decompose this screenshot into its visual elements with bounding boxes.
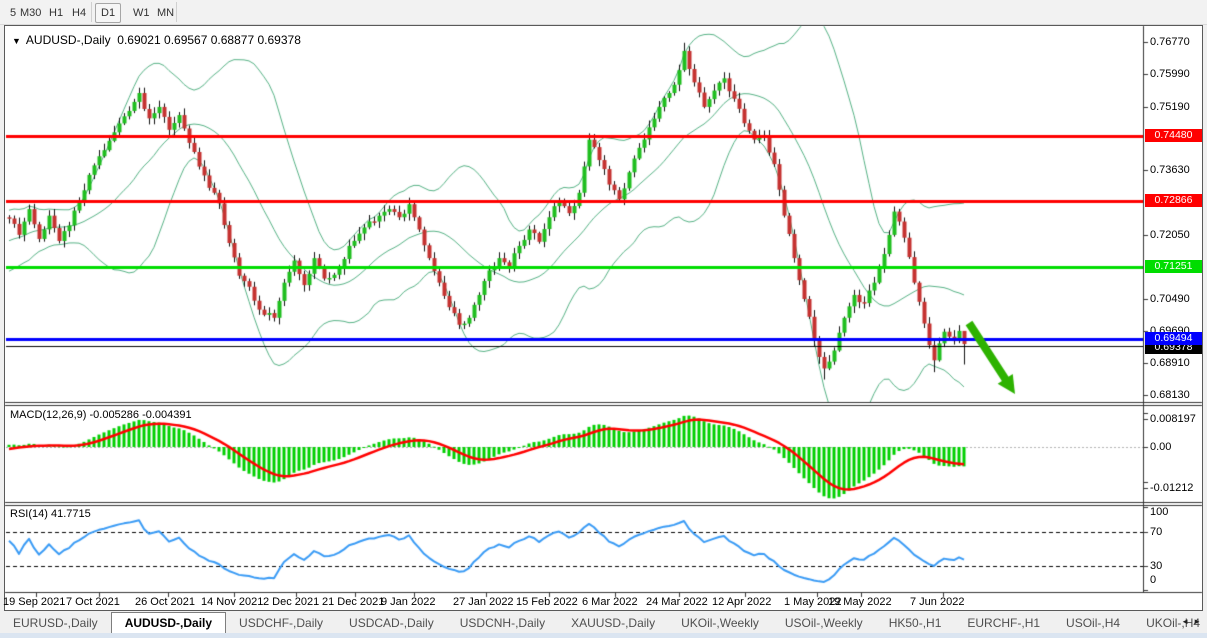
level-price-badge: 0.69494	[1145, 332, 1202, 345]
macd-axis-max: 0.008197	[1150, 413, 1196, 425]
date-label: 12 Apr 2022	[712, 596, 771, 608]
tab-audusd-daily[interactable]: AUDUSD-,Daily	[111, 612, 226, 633]
tab-usoil-h4[interactable]: USOil-,H4	[1053, 612, 1133, 633]
date-label: 9 Jan 2022	[381, 596, 435, 608]
date-label: 27 Jan 2022	[453, 596, 514, 608]
date-label: 19 May 2022	[828, 596, 892, 608]
level-price-badge: 0.74480	[1145, 129, 1202, 142]
symbol-tab-bar: EURUSD-,DailyAUDUSD-,DailyUSDCHF-,DailyU…	[0, 612, 1207, 633]
date-label: 7 Jun 2022	[910, 596, 964, 608]
tab-usdcad-daily[interactable]: USDCAD-,Daily	[336, 612, 447, 633]
tab-scroll-right-icon[interactable]: ►	[1193, 617, 1205, 626]
date-label: 15 Feb 2022	[516, 596, 578, 608]
rsi-axis-30: 30	[1150, 560, 1162, 572]
date-label: 26 Oct 2021	[135, 596, 195, 608]
chart-menu-arrow-icon[interactable]: ▼	[12, 36, 21, 46]
date-label: 7 Oct 2021	[66, 596, 120, 608]
ohlc-close: 0.69378	[257, 33, 300, 47]
ohlc-high: 0.69567	[164, 33, 207, 47]
rsi-name: RSI(14)	[10, 508, 48, 520]
mt4-window: 5M30H1H4D1W1MN ▼AUDUSD-,Daily 0.69021 0.…	[0, 0, 1207, 638]
price-tick-label: 0.73630	[1150, 164, 1190, 176]
date-label: 24 Mar 2022	[646, 596, 708, 608]
tab-xauusd-daily[interactable]: XAUUSD-,Daily	[558, 612, 668, 633]
rsi-axis-100: 100	[1150, 506, 1168, 518]
macd-value-signal: -0.004391	[142, 409, 192, 421]
tab-usoil-weekly[interactable]: USOil-,Weekly	[772, 612, 876, 633]
macd-name: MACD(12,26,9)	[10, 409, 86, 421]
ohlc-low: 0.68877	[211, 33, 254, 47]
price-tick-label: 0.72050	[1150, 229, 1190, 241]
tab-scroll-arrows[interactable]: ◄►	[1181, 617, 1205, 626]
macd-label: MACD(12,26,9) -0.005286 -0.004391	[10, 409, 192, 421]
level-price-badge: 0.72866	[1145, 194, 1202, 207]
price-tick-label: 0.75990	[1150, 68, 1190, 80]
tab-hk50-h1[interactable]: HK50-,H1	[876, 612, 955, 633]
macd-axis-min: -0.01212	[1150, 482, 1193, 494]
tab-usdchf-daily[interactable]: USDCHF-,Daily	[226, 612, 336, 633]
rsi-value: 41.7715	[51, 508, 91, 520]
price-tick-label: 0.68130	[1150, 389, 1190, 401]
date-label: 19 Sep 2021	[3, 596, 65, 608]
macd-axis-zero: 0.00	[1150, 441, 1171, 453]
tab-usdcnh-daily[interactable]: USDCNH-,Daily	[447, 612, 558, 633]
price-tick-label: 0.76770	[1150, 36, 1190, 48]
date-label: 21 Dec 2021	[322, 596, 384, 608]
chart-symbol-label: AUDUSD-,Daily	[26, 33, 111, 47]
price-tick-label: 0.68910	[1150, 357, 1190, 369]
rsi-label: RSI(14) 41.7715	[10, 508, 91, 520]
macd-value-main: -0.005286	[89, 409, 139, 421]
main-chart-canvas[interactable]	[0, 0, 1207, 638]
ohlc-open: 0.69021	[117, 33, 160, 47]
tab-scroll-left-icon[interactable]: ◄	[1181, 617, 1193, 626]
chart-title: ▼ AUDUSD-,Daily 0.69021 0.69567 0.68877 0…	[12, 33, 301, 47]
date-label: 14 Nov 2021	[201, 596, 263, 608]
date-label: 6 Mar 2022	[582, 596, 638, 608]
tab-ukoil-weekly[interactable]: UKOil-,Weekly	[668, 612, 772, 633]
level-price-badge: 0.71251	[1145, 260, 1202, 273]
tab-eurchf-h1[interactable]: EURCHF-,H1	[954, 612, 1053, 633]
date-label: 2 Dec 2021	[263, 596, 319, 608]
tab-eurusd-daily[interactable]: EURUSD-,Daily	[0, 612, 111, 633]
price-tick-label: 0.75190	[1150, 101, 1190, 113]
rsi-axis-0: 0	[1150, 574, 1156, 586]
price-tick-label: 0.70490	[1150, 293, 1190, 305]
rsi-axis-70: 70	[1150, 526, 1162, 538]
